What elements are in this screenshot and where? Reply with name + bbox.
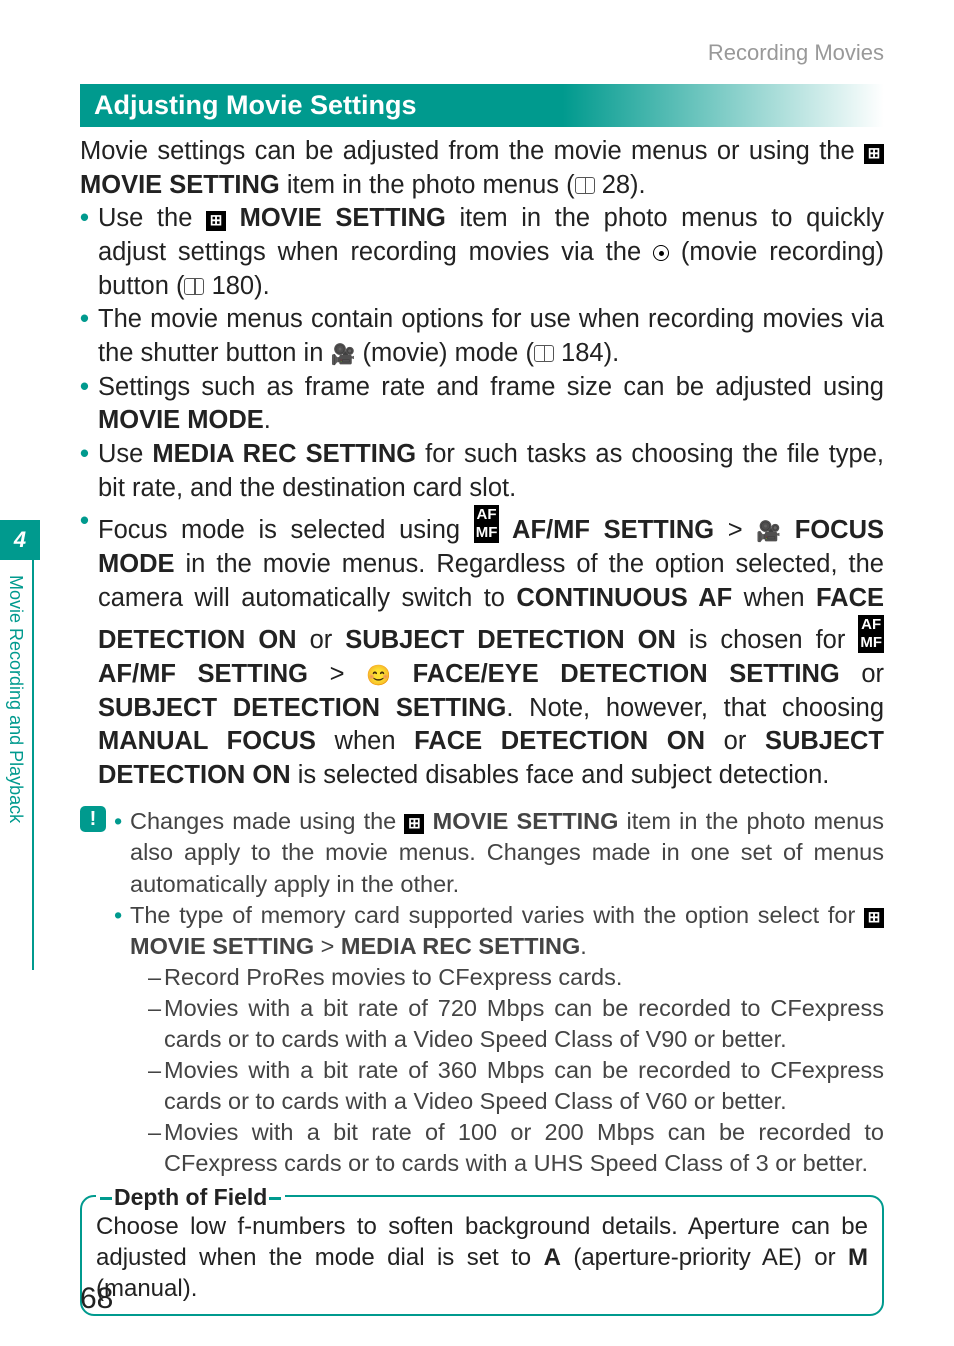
text: Changes made using the	[130, 808, 404, 834]
text: MEDIA REC SETTING	[341, 933, 580, 959]
text: (movie) mode (	[355, 339, 534, 367]
text: (aperture-priority AE) or	[561, 1244, 848, 1271]
text: MOVIE SETTING	[130, 933, 314, 959]
list-item: Changes made using the ⊞ MOVIE SETTING i…	[114, 806, 884, 899]
movie-setting-icon: ⊞	[404, 814, 424, 834]
section-title: Adjusting Movie Settings	[80, 84, 884, 127]
page-ref-icon	[184, 278, 204, 295]
page-ref-icon	[575, 177, 595, 194]
list-item: The type of memory card supported varies…	[114, 900, 884, 1179]
page-number: 68	[80, 1282, 113, 1316]
text: .	[580, 933, 587, 959]
list-item: Use MEDIA REC SETTING for such tasks as …	[80, 438, 884, 505]
movie-mode-icon: 🎥	[756, 519, 781, 545]
text: Focus mode is selected using	[98, 516, 474, 544]
text: SUBJECT DETECTION SETTING	[98, 694, 506, 722]
face-icon: 😊	[366, 663, 391, 689]
callout-title: Depth of Field	[96, 1183, 285, 1213]
text: The type of memory card supported varies…	[130, 902, 864, 928]
text: M	[848, 1244, 868, 1271]
sub-list: Record ProRes movies to CFexpress cards.…	[148, 962, 884, 1179]
movie-setting-icon: ⊞	[864, 144, 884, 164]
list-item: Movies with a bit rate of 100 or 200 Mbp…	[148, 1117, 884, 1179]
list-item: Use the ⊞ MOVIE SETTING item in the phot…	[80, 202, 884, 303]
text: . Note, however, that choosing	[506, 694, 884, 722]
separator: >	[308, 660, 366, 688]
text: item in the photo menus (	[280, 171, 575, 199]
chapter-label: Movie Recording and Playback	[5, 575, 26, 823]
text: CONTINUOUS AF	[516, 584, 732, 612]
text: MANUAL FOCUS	[98, 727, 316, 755]
list-item: The movie menus contain options for use …	[80, 303, 884, 370]
list-item: Movies with a bit rate of 360 Mbps can b…	[148, 1055, 884, 1117]
text: or	[705, 727, 765, 755]
text: when	[732, 584, 816, 612]
movie-setting-icon: ⊞	[206, 211, 226, 231]
text: or	[840, 660, 884, 688]
text: AF/MF SETTING	[499, 516, 714, 544]
text: Depth of Field	[114, 1184, 267, 1210]
text: 180).	[204, 272, 269, 300]
list-item: Focus mode is selected using AFMF AF/MF …	[80, 505, 884, 792]
movie-setting-icon: ⊞	[864, 908, 884, 928]
af-mf-icon: AFMF	[474, 505, 500, 543]
text: MOVIE MODE	[98, 406, 264, 434]
text: SUBJECT DETECTION ON	[345, 626, 676, 654]
text: A	[544, 1244, 561, 1271]
list-item: Settings such as frame rate and frame si…	[80, 371, 884, 438]
list-item: Movies with a bit rate of 720 Mbps can b…	[148, 993, 884, 1055]
depth-of-field-callout: Depth of Field Choose low f-numbers to s…	[80, 1195, 884, 1317]
text: MOVIE SETTING	[424, 808, 618, 834]
text: 28).	[595, 171, 646, 199]
movie-mode-icon: 🎥	[331, 342, 356, 368]
separator: >	[714, 516, 756, 544]
page-ref-icon	[534, 345, 554, 362]
caution-block: ! Changes made using the ⊞ MOVIE SETTING…	[80, 806, 884, 1178]
af-mf-icon: AFMF	[858, 615, 884, 653]
text: Settings such as frame rate and frame si…	[98, 373, 884, 401]
side-tab: 4 Movie Recording and Playback	[0, 520, 34, 970]
text: FACE/EYE DETECTION SETTING	[391, 660, 840, 688]
text: is chosen for	[676, 626, 858, 654]
text: .	[264, 406, 271, 434]
list-item: Record ProRes movies to CFexpress cards.	[148, 962, 884, 993]
text: 184).	[554, 339, 619, 367]
text: Use	[98, 440, 152, 468]
text: Movie settings can be adjusted from the …	[80, 137, 864, 165]
text: MEDIA REC SETTING	[152, 440, 416, 468]
text: MOVIE SETTING	[226, 204, 446, 232]
text: is selected disables face and subject de…	[291, 761, 830, 789]
text: Use the	[98, 204, 206, 232]
text: MOVIE SETTING	[80, 171, 280, 199]
note-body: Changes made using the ⊞ MOVIE SETTING i…	[114, 806, 884, 1178]
running-header: Recording Movies	[80, 40, 884, 66]
text: FACE DETECTION ON	[414, 727, 705, 755]
caution-icon: !	[80, 806, 106, 832]
main-bullet-list: Use the ⊞ MOVIE SETTING item in the phot…	[80, 202, 884, 792]
text: AF/MF SETTING	[98, 660, 308, 688]
text: when	[316, 727, 414, 755]
separator: >	[314, 933, 341, 959]
chapter-number: 4	[0, 520, 40, 560]
intro-paragraph: Movie settings can be adjusted from the …	[80, 135, 884, 202]
record-icon	[653, 245, 669, 261]
text: or	[297, 626, 346, 654]
